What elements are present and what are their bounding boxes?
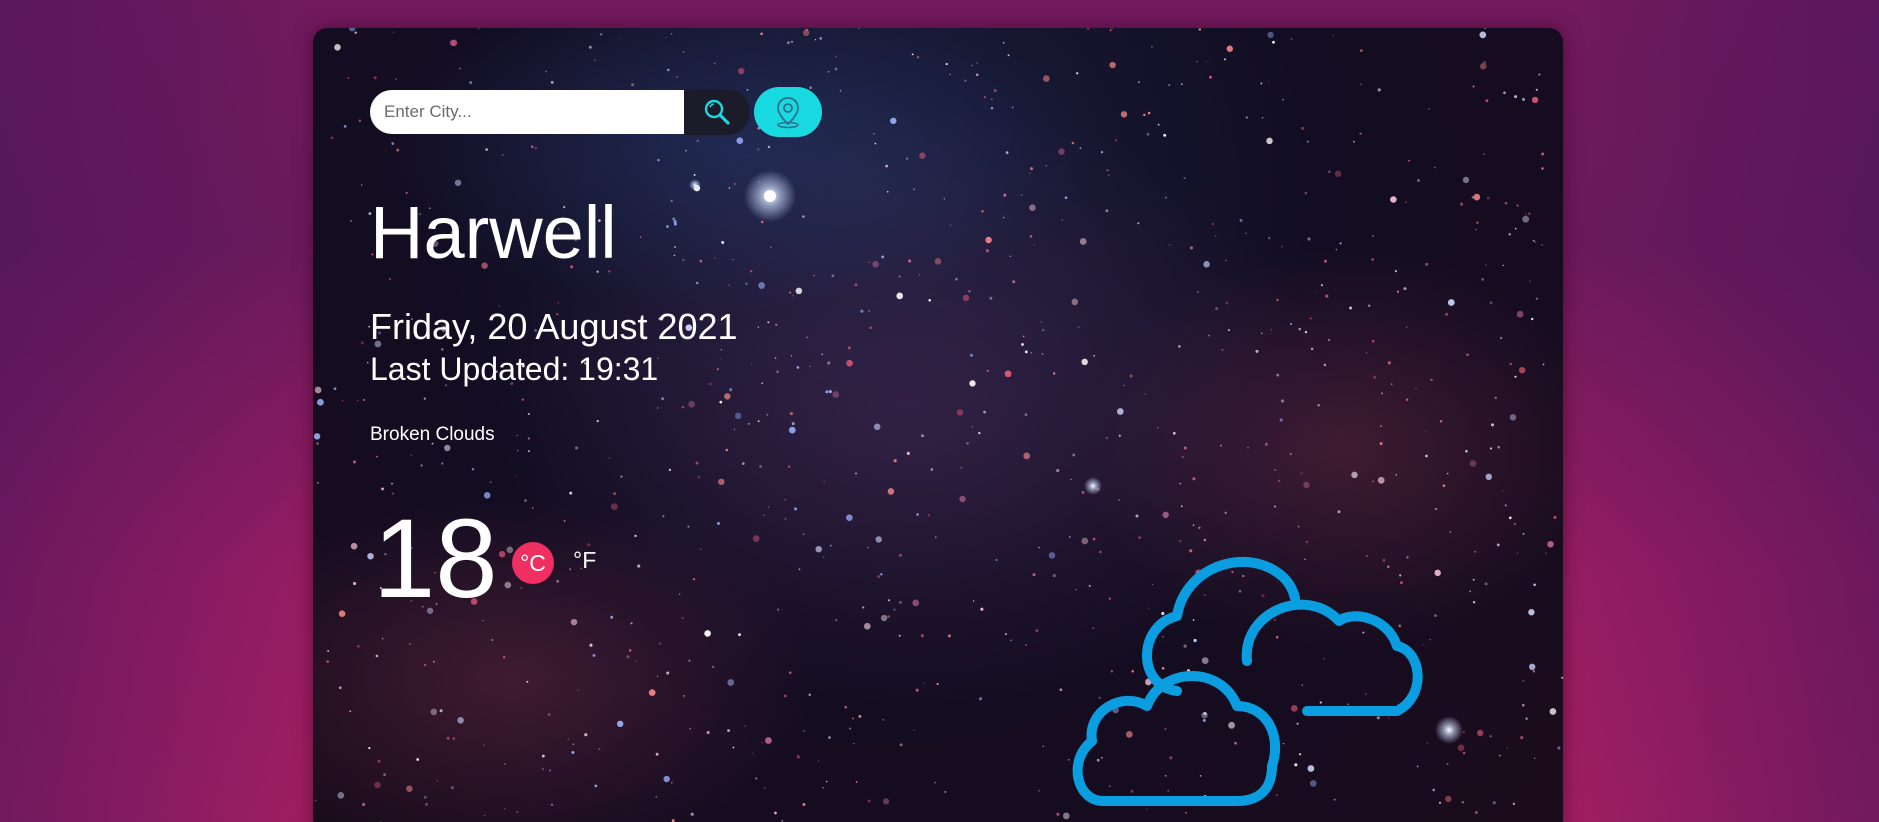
fahrenheit-toggle[interactable]: °F bbox=[573, 549, 596, 572]
current-date: Friday, 20 August 2021 bbox=[370, 306, 738, 347]
search-bar bbox=[370, 87, 822, 137]
city-search-input[interactable] bbox=[370, 90, 684, 134]
search-icon bbox=[704, 99, 730, 125]
current-location-button[interactable] bbox=[754, 87, 822, 137]
weather-card: Harwell Friday, 20 August 2021 Last Upda… bbox=[313, 28, 1563, 822]
broken-clouds-icon bbox=[1072, 556, 1423, 806]
weather-description: Broken Clouds bbox=[370, 424, 495, 445]
temperature-value: 18 bbox=[373, 496, 498, 621]
last-updated-time: Last Updated: 19:31 bbox=[370, 351, 659, 387]
city-name: Harwell bbox=[370, 191, 617, 274]
celsius-toggle[interactable]: °C bbox=[512, 542, 554, 584]
location-pin-icon bbox=[777, 97, 799, 129]
search-button[interactable] bbox=[684, 89, 750, 135]
